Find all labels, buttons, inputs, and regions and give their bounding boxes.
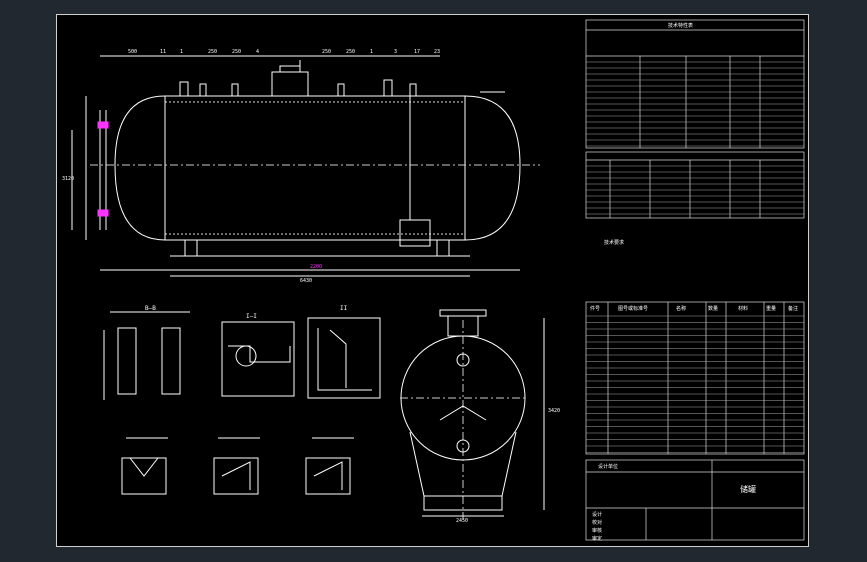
vessel-front-view <box>400 309 545 520</box>
detail-label-bb: B—B <box>145 305 156 312</box>
cad-drawing: 500 11 1 250 250 4 250 250 1 3 17 23 643… <box>62 19 805 542</box>
detail-views <box>103 311 381 495</box>
parts-col-0: 件号 <box>590 305 600 312</box>
cad-viewport[interactable]: 500 11 1 250 250 4 250 250 1 3 17 23 643… <box>0 0 867 562</box>
dim-top-8: 1 <box>370 49 373 55</box>
sign-row-1: 校对 <box>592 519 602 526</box>
detail-label-i: I—I <box>246 313 257 320</box>
parts-col-2: 名称 <box>676 305 686 312</box>
sign-row-3: 审定 <box>592 535 602 542</box>
dim-top-10: 17 <box>414 49 420 55</box>
tech-table-header: 技术特性表 <box>668 22 693 29</box>
parts-col-6: 备注 <box>788 305 798 312</box>
dim-top-3: 250 <box>208 49 217 55</box>
dim-top-6: 250 <box>322 49 331 55</box>
parts-col-5: 重量 <box>766 305 776 312</box>
front-height: 3420 <box>548 408 560 414</box>
vessel-elevation <box>71 55 540 277</box>
dim-top-5: 4 <box>256 49 259 55</box>
dim-top-0: 500 <box>128 49 137 55</box>
parts-col-4: 材料 <box>738 305 748 312</box>
sign-row-0: 设计 <box>592 511 602 518</box>
detail-label-ii: II <box>340 305 348 312</box>
dim-top-1: 11 <box>160 49 166 55</box>
table-fill-lines <box>586 61 804 453</box>
standards-title: 技术要求 <box>604 239 624 246</box>
dim-top-11: 23 <box>434 49 440 55</box>
dim-height: 3120 <box>62 176 74 182</box>
dim-top-7: 250 <box>346 49 355 55</box>
drawing-name: 储罐 <box>740 484 756 494</box>
dim-top-2: 1 <box>180 49 183 55</box>
front-base: 2450 <box>456 518 468 524</box>
parts-col-3: 数量 <box>708 305 718 312</box>
dimension-text: 500 11 1 250 250 4 250 250 1 3 17 23 643… <box>62 49 440 284</box>
dim-overall: 6430 <box>300 278 312 284</box>
dim-top-9: 3 <box>394 49 397 55</box>
title-table-text: 技术特性表 技术要求 件号 图号或标准号 名称 数量 材料 重量 备注 设计单位… <box>590 22 798 542</box>
project-title: 设计单位 <box>598 463 618 470</box>
dim-inner: 2200 <box>310 264 322 270</box>
sign-row-2: 审核 <box>592 527 602 534</box>
dim-top-4: 250 <box>232 49 241 55</box>
parts-col-1: 图号或标准号 <box>618 305 648 312</box>
